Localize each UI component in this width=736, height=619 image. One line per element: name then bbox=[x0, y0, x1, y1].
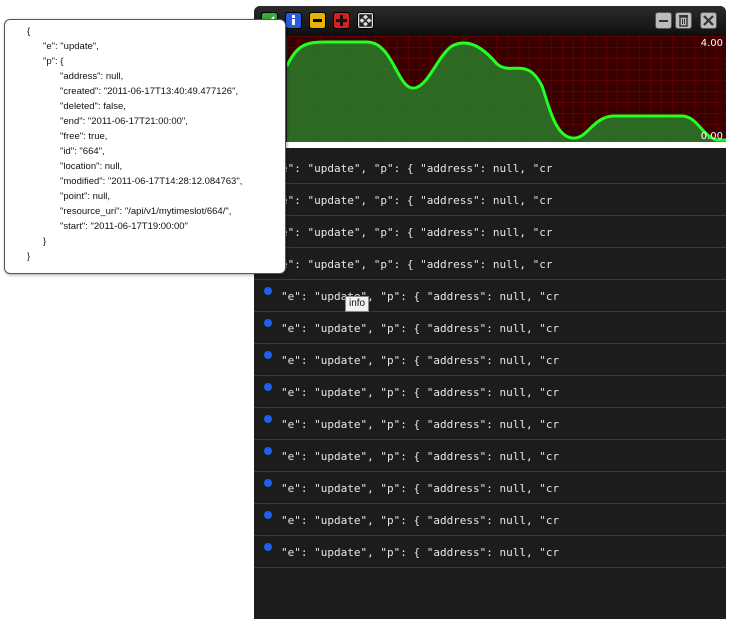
log-row-text: "e": "update", "p": { "address": null, "… bbox=[281, 450, 560, 463]
log-window: 4.00 0.00 e": "update", "p": { "address"… bbox=[254, 6, 726, 619]
log-row-text: e": "update", "p": { "address": null, "c… bbox=[281, 162, 553, 175]
info-dot-icon bbox=[264, 447, 272, 455]
info-dot-icon bbox=[264, 543, 272, 551]
log-row-text: "e": "update", "p": { "address": null, "… bbox=[281, 418, 560, 431]
info-tooltip: info bbox=[345, 296, 370, 312]
json-field: "end": "2011-06-17T21:00:00", bbox=[60, 116, 188, 127]
log-row[interactable]: "e": "update", "p": { "address": null, "… bbox=[254, 536, 726, 568]
log-list[interactable]: e": "update", "p": { "address": null, "c… bbox=[254, 152, 726, 568]
json-field: "resource_uri": "/api/v1/mytimeslot/664/… bbox=[60, 206, 232, 217]
log-row[interactable]: "e": "update", "p": { "address": null, "… bbox=[254, 472, 726, 504]
json-p-close: } bbox=[43, 236, 47, 247]
json-field: "location": null, bbox=[60, 161, 123, 172]
cross-error-icon[interactable] bbox=[333, 12, 350, 29]
graph-divider bbox=[254, 142, 726, 148]
json-field: "id": "664", bbox=[60, 146, 105, 157]
info-dot-icon bbox=[264, 287, 272, 295]
log-row[interactable]: "e": "update", "p": { "address": null, "… bbox=[254, 344, 726, 376]
info-dot-icon bbox=[264, 415, 272, 423]
info-dot-icon bbox=[264, 479, 272, 487]
log-row[interactable]: "e": "update", "p": { "address": null, "… bbox=[254, 312, 726, 344]
log-row[interactable]: e": "update", "p": { "address": null, "c… bbox=[254, 184, 726, 216]
json-p-open: "p": { bbox=[43, 56, 64, 67]
log-row-text: "e": "update", "p": { "address": null, "… bbox=[281, 386, 560, 399]
log-row-text: e": "update", "p": { "address": null, "c… bbox=[281, 194, 553, 207]
close-icon[interactable] bbox=[700, 12, 717, 29]
info-dot-icon bbox=[264, 511, 272, 519]
info-icon[interactable] bbox=[285, 12, 302, 29]
trash-icon[interactable] bbox=[675, 12, 692, 29]
log-row[interactable]: "e": "update", "p": { "address": null, "… bbox=[254, 376, 726, 408]
json-field: "free": true, bbox=[60, 131, 108, 142]
json-e-line: "e": "update", bbox=[43, 41, 99, 52]
log-row[interactable]: e": "update", "p": { "address": null, "c… bbox=[254, 152, 726, 184]
log-row[interactable]: "e": "update", "p": { "address": null, "… bbox=[254, 504, 726, 536]
log-row-text: "e": "update", "p": { "address": null, "… bbox=[281, 322, 560, 335]
json-open-brace: { bbox=[27, 26, 31, 37]
graph-max-label: 4.00 bbox=[700, 38, 723, 49]
activity-graph-svg bbox=[287, 36, 726, 142]
json-field: "deleted": false, bbox=[60, 101, 126, 112]
info-dot-icon bbox=[264, 383, 272, 391]
log-row-text: "e": "update", "p": { "address": null, "… bbox=[281, 514, 560, 527]
activity-graph: 4.00 0.00 bbox=[287, 36, 726, 142]
json-field: "modified": "2011-06-17T14:28:12.084763"… bbox=[60, 176, 243, 187]
log-row[interactable]: e": "update", "p": { "address": null, "c… bbox=[254, 248, 726, 280]
log-row[interactable]: e": "update", "p": { "address": null, "c… bbox=[254, 216, 726, 248]
expand-icon[interactable] bbox=[357, 12, 374, 29]
json-field: "address": null, bbox=[60, 71, 124, 82]
log-row-text: "e": "update", "p": { "address": null, "… bbox=[281, 354, 560, 367]
json-field: "created": "2011-06-17T13:40:49.477126", bbox=[60, 86, 239, 97]
minus-warning-icon[interactable] bbox=[309, 12, 326, 29]
log-row-text: e": "update", "p": { "address": null, "c… bbox=[281, 226, 553, 239]
titlebar bbox=[254, 6, 726, 36]
json-close-brace: } bbox=[27, 251, 31, 262]
log-row[interactable]: "e": "update", "p": { "address": null, "… bbox=[254, 440, 726, 472]
log-row[interactable]: "e": "update", "p": { "address": null, "… bbox=[254, 408, 726, 440]
minimize-icon[interactable] bbox=[655, 12, 672, 29]
json-field: "start": "2011-06-17T19:00:00" bbox=[60, 221, 188, 232]
log-row[interactable]: "e": "update", "p": { "address": null, "… bbox=[254, 280, 726, 312]
info-dot-icon bbox=[264, 351, 272, 359]
log-row-text: "e": "update", "p": { "address": null, "… bbox=[281, 482, 560, 495]
info-dot-icon bbox=[264, 319, 272, 327]
graph-min-label: 0.00 bbox=[700, 131, 723, 142]
log-row-text: "e": "update", "p": { "address": null, "… bbox=[281, 290, 560, 303]
log-row-text: e": "update", "p": { "address": null, "c… bbox=[281, 258, 553, 271]
log-row-text: "e": "update", "p": { "address": null, "… bbox=[281, 546, 560, 559]
json-detail-popup: { "e": "update", "p": { "address": null,… bbox=[4, 19, 286, 274]
json-field: "point": null, bbox=[60, 191, 111, 202]
